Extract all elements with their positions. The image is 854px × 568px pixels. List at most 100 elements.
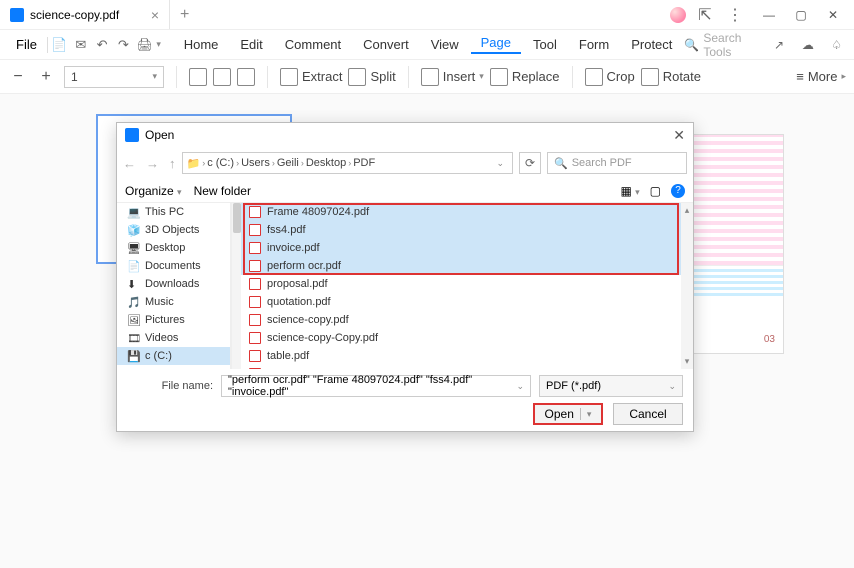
file-item[interactable]: science-copy-Copy.pdf — [241, 329, 681, 347]
menu-form[interactable]: Form — [569, 37, 619, 52]
file-item[interactable]: proposal.pdf — [241, 275, 681, 293]
split-button[interactable]: Split — [348, 68, 395, 86]
new-folder-button[interactable]: New folder — [194, 184, 251, 198]
nav-forward-icon[interactable]: → — [146, 156, 159, 171]
chevron-down-icon[interactable]: ⌄ — [516, 381, 524, 392]
external-link-icon[interactable]: ↗ — [770, 34, 789, 56]
extract-button[interactable]: Extract — [280, 68, 342, 86]
breadcrumb[interactable]: 📁 › c (C:)› Users› Geili› Desktop› PDF ⌄ — [182, 152, 514, 174]
help-icon[interactable]: ? — [671, 184, 685, 198]
replace-button[interactable]: Replace — [490, 68, 560, 86]
preview-pane-icon[interactable]: ▢ — [650, 184, 661, 198]
open-button[interactable]: Open▾ — [533, 403, 603, 425]
dialog-title: Open — [145, 128, 174, 142]
sidebar-item[interactable]: 🧊3D Objects — [117, 221, 230, 239]
layout-1-icon[interactable] — [189, 68, 207, 86]
insert-button[interactable]: Insert▾ — [421, 68, 484, 86]
rotate-button[interactable]: Rotate — [641, 68, 701, 86]
view-mode-icon[interactable]: ▦ ▾ — [620, 184, 639, 198]
sidebar-item[interactable]: 🎞Videos — [117, 329, 230, 347]
tab-title: science-copy.pdf — [30, 8, 119, 22]
zoom-out-button[interactable]: − — [8, 68, 28, 86]
file-name: quotation.pdf — [267, 296, 331, 308]
chevron-down-icon[interactable]: ⌄ — [492, 158, 508, 169]
file-name: perform ocr.pdf — [267, 260, 341, 272]
search-tools[interactable]: 🔍 Search Tools — [684, 31, 759, 59]
menu-view[interactable]: View — [421, 37, 469, 52]
menu-comment[interactable]: Comment — [275, 37, 351, 52]
profile-avatar[interactable] — [670, 7, 686, 23]
menu-protect[interactable]: Protect — [621, 37, 682, 52]
dialog-app-icon — [125, 128, 139, 142]
videos-icon: 🎞 — [127, 332, 139, 344]
more-button[interactable]: ≡More▸ — [796, 69, 846, 84]
file-name: science-copy.pdf — [267, 314, 349, 326]
dialog-search-input[interactable]: 🔍 Search PDF — [547, 152, 687, 174]
sidebar-scrollbar[interactable] — [231, 203, 241, 369]
undo-icon[interactable]: ↶ — [92, 34, 111, 56]
filter-value: PDF (*.pdf) — [546, 380, 601, 392]
sidebar-item[interactable]: 💾c (C:) — [117, 347, 230, 365]
cloud-icon[interactable]: ☁ — [798, 34, 817, 56]
file-item[interactable]: fss4.pdf — [241, 221, 681, 239]
page-number-input[interactable]: 1 ▾ — [64, 66, 164, 88]
file-list-scrollbar[interactable]: ▴ ▾ — [681, 203, 693, 369]
pdf-file-icon — [249, 296, 261, 308]
file-item[interactable]: quotation.pdf — [241, 293, 681, 311]
dialog-close-button[interactable]: ✕ — [673, 127, 685, 144]
cancel-button[interactable]: Cancel — [613, 403, 683, 425]
zoom-in-button[interactable]: + — [36, 68, 56, 86]
nav-up-icon[interactable]: ↑ — [169, 156, 176, 171]
sidebar-item[interactable]: 🖥Desktop — [117, 239, 230, 257]
file-item[interactable]: invoice.pdf — [241, 239, 681, 257]
new-tab-button[interactable]: + — [170, 6, 199, 24]
file-item[interactable]: Frame 48097024.pdf — [241, 203, 681, 221]
maximize-button[interactable]: ▢ — [786, 3, 816, 27]
file-item[interactable]: table.pdf — [241, 347, 681, 365]
sidebar: 💻This PC🧊3D Objects🖥Desktop📄Documents⬇Do… — [117, 203, 231, 369]
scroll-down-icon[interactable]: ▾ — [685, 356, 690, 367]
scroll-up-icon[interactable]: ▴ — [685, 205, 690, 216]
file-type-filter[interactable]: PDF (*.pdf) ⌄ — [539, 375, 683, 397]
refresh-button[interactable]: ⟳ — [519, 152, 541, 174]
menu-page[interactable]: Page — [471, 35, 521, 54]
layout-3-icon[interactable] — [237, 68, 255, 86]
sidebar-item-label: Desktop — [145, 242, 185, 254]
mail-icon[interactable]: ✉ — [71, 34, 90, 56]
search-icon: 🔍 — [684, 38, 699, 52]
file-menu[interactable]: File — [8, 37, 45, 52]
filename-input[interactable]: "perform ocr.pdf" "Frame 48097024.pdf" "… — [221, 375, 531, 397]
organize-button[interactable]: Organize ▾ — [125, 184, 182, 198]
print-icon[interactable]: 🖨 — [135, 34, 154, 56]
pdf-file-icon — [249, 224, 261, 236]
sidebar-item[interactable]: 🖼Pictures — [117, 311, 230, 329]
sidebar-item[interactable]: 🎵Music — [117, 293, 230, 311]
menu-tool[interactable]: Tool — [523, 37, 567, 52]
menu-convert[interactable]: Convert — [353, 37, 419, 52]
menu-home[interactable]: Home — [174, 37, 229, 52]
nav-back-icon[interactable]: ← — [123, 156, 136, 171]
docs-icon: 📄 — [127, 260, 139, 272]
crop-button[interactable]: Crop — [585, 68, 635, 86]
menu-edit[interactable]: Edit — [230, 37, 272, 52]
file-item[interactable]: time table.pdf — [241, 365, 681, 369]
file-item[interactable]: perform ocr.pdf — [241, 257, 681, 275]
open-file-icon[interactable]: 📄 — [50, 34, 69, 56]
bell-icon[interactable]: ♤ — [827, 34, 846, 56]
close-window-button[interactable]: ✕ — [818, 3, 848, 27]
share-icon[interactable]: ⇱ — [694, 4, 716, 26]
redo-icon[interactable]: ↷ — [114, 34, 133, 56]
sidebar-item[interactable]: 📄Documents — [117, 257, 230, 275]
document-tab[interactable]: science-copy.pdf × — [0, 0, 170, 29]
pdf-file-icon — [249, 350, 261, 362]
kebab-menu-icon[interactable]: ⋮ — [724, 4, 746, 26]
file-item[interactable]: science-copy.pdf — [241, 311, 681, 329]
minimize-button[interactable]: — — [754, 3, 784, 27]
sidebar-item[interactable]: ⬇Downloads — [117, 275, 230, 293]
app-icon — [10, 8, 24, 22]
sidebar-item[interactable]: 💻This PC — [117, 203, 230, 221]
close-tab-icon[interactable]: × — [151, 7, 159, 23]
file-name: science-copy-Copy.pdf — [267, 332, 378, 344]
layout-2-icon[interactable] — [213, 68, 231, 86]
file-name: time table.pdf — [267, 368, 333, 369]
